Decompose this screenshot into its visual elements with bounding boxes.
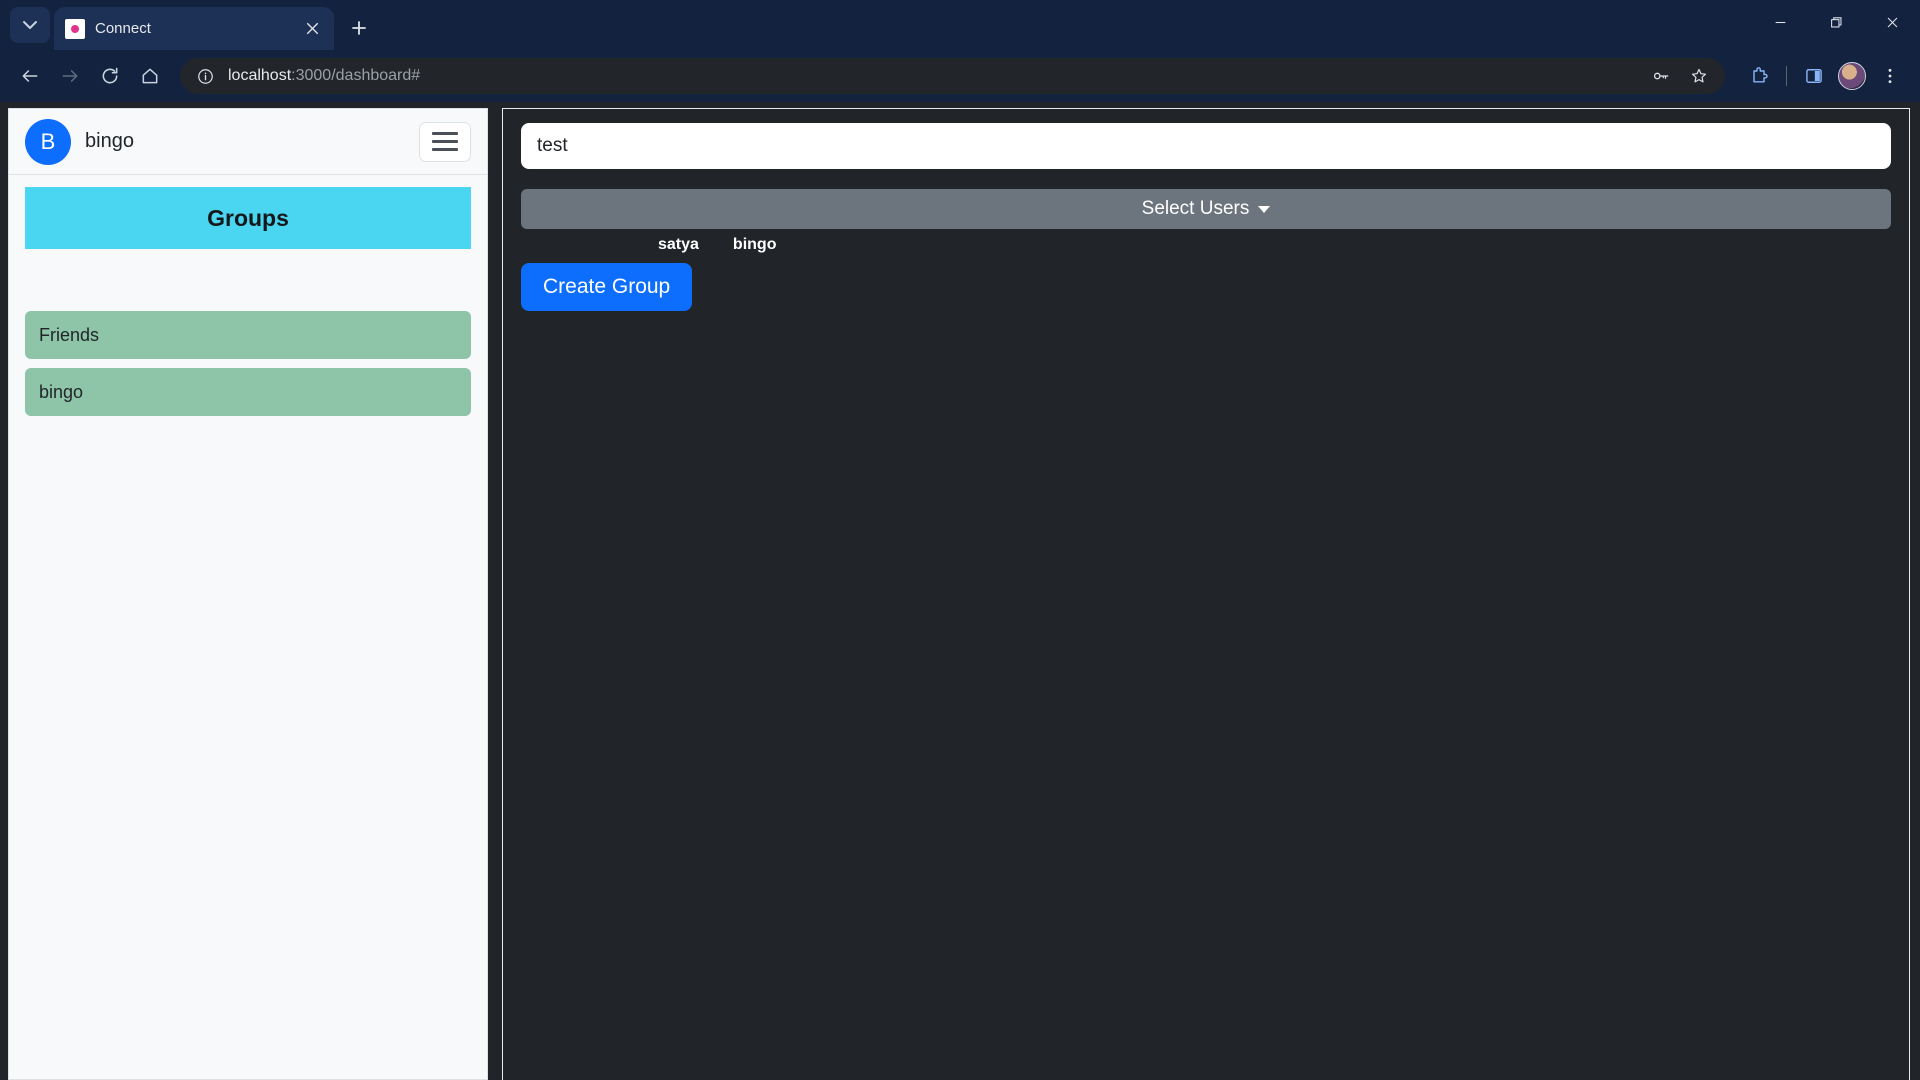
window-controls bbox=[1752, 0, 1920, 50]
connect-favicon bbox=[65, 18, 85, 39]
group-list: Friends bingo bbox=[25, 311, 471, 416]
plus-icon bbox=[352, 21, 366, 35]
arrow-right-icon bbox=[62, 70, 78, 82]
selected-user-chip[interactable]: satya bbox=[658, 236, 699, 254]
select-users-label: Select Users bbox=[1141, 198, 1250, 219]
browser-tab[interactable]: Connect bbox=[54, 7, 334, 50]
key-icon bbox=[1653, 72, 1669, 80]
tab-search-button[interactable] bbox=[10, 7, 50, 43]
star-icon bbox=[1691, 68, 1707, 83]
tab-title: Connect bbox=[95, 20, 151, 37]
minimize-icon bbox=[1775, 21, 1785, 24]
groups-header: Groups bbox=[25, 187, 471, 249]
browser-toolbar: localhost:3000/dashboard# bbox=[0, 50, 1920, 102]
profile-button[interactable] bbox=[1834, 58, 1870, 94]
three-dot-menu-icon bbox=[1888, 68, 1892, 84]
chrome-menu-button[interactable] bbox=[1872, 58, 1908, 94]
extensions-button[interactable] bbox=[1741, 58, 1777, 94]
side-panel-icon bbox=[1806, 69, 1822, 83]
new-tab-button[interactable] bbox=[342, 11, 376, 45]
create-group-button[interactable]: Create Group bbox=[521, 263, 693, 311]
window-close-icon bbox=[1887, 17, 1897, 28]
reload-icon bbox=[102, 67, 118, 84]
url-text: localhost:3000/dashboard# bbox=[228, 67, 1643, 85]
sidebar-body: Groups Friends bingo bbox=[9, 175, 487, 428]
back-button[interactable] bbox=[12, 58, 48, 94]
chevron-down-icon bbox=[1258, 205, 1271, 213]
toolbar-divider bbox=[1786, 66, 1787, 86]
arrow-left-icon bbox=[22, 70, 38, 82]
close-window-button[interactable] bbox=[1864, 0, 1920, 45]
maximize-button[interactable] bbox=[1808, 0, 1864, 45]
page-viewport: B bingo Groups Friends bingo test Select… bbox=[0, 102, 1920, 1080]
group-name-input[interactable] bbox=[521, 123, 1891, 169]
forward-button[interactable] bbox=[52, 58, 88, 94]
info-circle-icon[interactable] bbox=[194, 65, 216, 87]
tab-strip: Connect bbox=[0, 0, 1920, 50]
user-avatar: B bbox=[25, 118, 71, 165]
home-icon bbox=[142, 68, 158, 84]
toolbar-right-actions bbox=[1737, 58, 1908, 94]
omnibox-actions bbox=[1643, 58, 1717, 94]
chevron-down-icon bbox=[23, 21, 37, 29]
main-panel: Select Users satya bingo Create Group bbox=[502, 108, 1910, 1080]
reload-button[interactable] bbox=[92, 58, 128, 94]
address-bar[interactable]: localhost:3000/dashboard# bbox=[180, 58, 1725, 94]
sidebar-username: bingo bbox=[85, 130, 134, 152]
url-host: localhost bbox=[228, 67, 292, 84]
selected-user-chip[interactable]: bingo bbox=[733, 236, 777, 254]
password-manager-button[interactable] bbox=[1643, 58, 1679, 94]
list-item[interactable]: bingo bbox=[25, 368, 471, 416]
selected-users-list: satya bingo bbox=[521, 236, 1891, 254]
sidebar: B bingo Groups Friends bingo bbox=[8, 108, 488, 1080]
sidebar-header: B bingo bbox=[9, 109, 487, 175]
url-path: :3000/dashboard# bbox=[291, 67, 421, 84]
browser-window: Connect localhost:3000/dashboard# B bing… bbox=[0, 0, 1920, 1080]
hamburger-icon[interactable] bbox=[419, 121, 471, 162]
minimize-button[interactable] bbox=[1752, 0, 1808, 45]
group-item-label: Friends bbox=[39, 324, 100, 345]
restore-icon bbox=[1830, 17, 1841, 28]
group-item-label: bingo bbox=[39, 381, 84, 402]
profile-avatar bbox=[1838, 62, 1866, 90]
bookmark-button[interactable] bbox=[1681, 58, 1717, 94]
home-button[interactable] bbox=[132, 58, 168, 94]
puzzle-piece-icon bbox=[1753, 67, 1768, 83]
close-icon[interactable] bbox=[301, 18, 323, 40]
side-panel-button[interactable] bbox=[1796, 58, 1832, 94]
select-users-dropdown[interactable]: Select Users bbox=[521, 189, 1891, 229]
list-item[interactable]: Friends bbox=[25, 311, 471, 359]
